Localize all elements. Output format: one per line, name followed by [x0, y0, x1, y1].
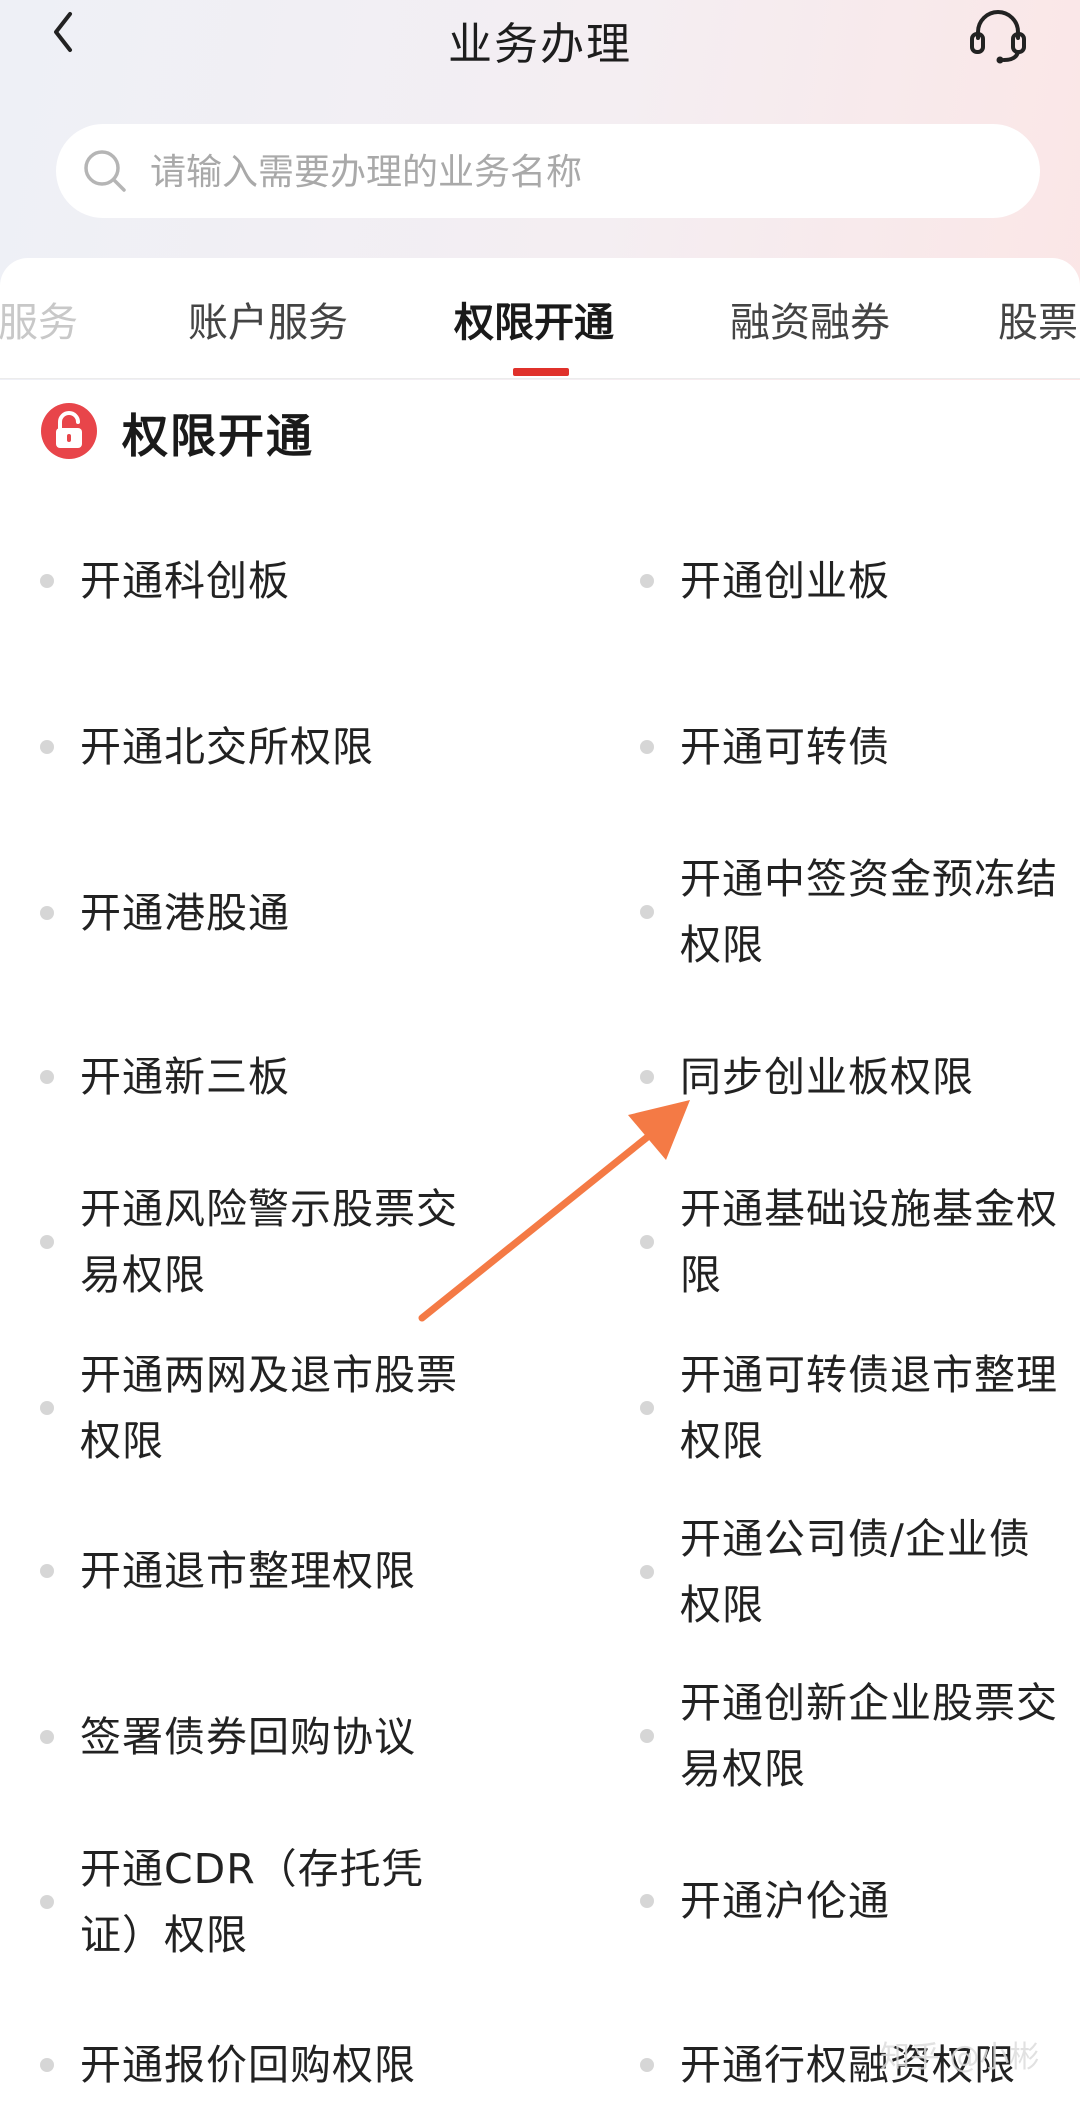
bullet-dot: [40, 1564, 54, 1578]
item-label: 开通两网及退市股票权限: [80, 1351, 458, 1465]
item-label: 开通退市整理权限: [80, 1547, 416, 1595]
active-tab-indicator: [513, 368, 569, 376]
tab-permission-opening[interactable]: 权限开通: [454, 290, 614, 348]
item-label: 开通基础设施基金权限: [680, 1185, 1058, 1299]
bullet-dot: [640, 1070, 654, 1084]
list-item[interactable]: 开通退市整理权限: [40, 1538, 460, 1604]
item-label: 开通中签资金预冻结权限: [680, 855, 1058, 969]
list-item[interactable]: 签署债券回购协议: [40, 1704, 460, 1770]
item-label: 开通风险警示股票交易权限: [80, 1185, 458, 1299]
tab-account-services[interactable]: 账户服务: [188, 290, 348, 348]
item-label: 开通创业板: [680, 557, 890, 605]
category-tabs: 服务 账户服务 权限开通 融资融券 股票: [0, 258, 1080, 379]
list-item[interactable]: 开通北交所权限: [40, 714, 460, 780]
customer-service-button[interactable]: [966, 4, 1030, 66]
search-icon: [84, 150, 126, 192]
item-label: 开通可转债: [680, 723, 890, 771]
item-label: 同步创业板权限: [680, 1053, 974, 1101]
item-label: 开通可转债退市整理权限: [680, 1351, 1058, 1465]
list-item[interactable]: 开通创业板: [640, 548, 1060, 614]
bullet-dot: [640, 905, 654, 919]
list-item[interactable]: 开通报价回购权限: [40, 2032, 460, 2098]
item-label: 开通公司债/企业债权限: [680, 1515, 1031, 1629]
item-label: 开通北交所权限: [80, 723, 374, 771]
bullet-dot: [640, 740, 654, 754]
section-title: 权限开通: [122, 409, 314, 463]
list-item[interactable]: 开通可转债: [640, 714, 1060, 780]
list-item[interactable]: 开通中签资金预冻结权限: [640, 846, 1060, 978]
item-label: 开通港股通: [80, 889, 290, 937]
bullet-dot: [40, 1401, 54, 1415]
list-item[interactable]: 开通可转债退市整理权限: [640, 1342, 1060, 1474]
bullet-dot: [40, 906, 54, 920]
tab-services-partial[interactable]: 服务: [0, 290, 78, 348]
list-item[interactable]: 开通创新企业股票交易权限: [640, 1670, 1060, 1802]
bullet-dot: [640, 1235, 654, 1249]
item-label: 开通CDR（存托凭证）权限: [80, 1845, 424, 1959]
bullet-dot: [40, 1895, 54, 1909]
list-item[interactable]: 开通基础设施基金权限: [640, 1176, 1060, 1308]
bullet-dot: [40, 574, 54, 588]
list-item[interactable]: 开通沪伦通: [640, 1868, 1060, 1934]
tab-margin-trading[interactable]: 融资融券: [730, 290, 890, 348]
search-bar[interactable]: [56, 124, 1040, 220]
bullet-dot: [640, 2058, 654, 2072]
list-item[interactable]: 开通科创板: [40, 548, 460, 614]
bullet-dot: [640, 1894, 654, 1908]
header: 业务办理: [0, 0, 1080, 120]
item-label: 开通沪伦通: [680, 1877, 890, 1925]
bullet-dot: [40, 1235, 54, 1249]
watermark: 知乎 @小彬: [880, 2040, 1040, 2075]
bullet-dot: [40, 1730, 54, 1744]
page-title: 业务办理: [448, 19, 632, 70]
tab-stocks-partial[interactable]: 股票: [998, 290, 1078, 348]
bullet-dot: [40, 1070, 54, 1084]
item-label: 开通新三板: [80, 1053, 290, 1101]
list-item[interactable]: 开通CDR（存托凭证）权限: [40, 1836, 460, 1968]
item-label: 开通创新企业股票交易权限: [680, 1679, 1058, 1793]
bullet-dot: [40, 2058, 54, 2072]
item-label: 开通报价回购权限: [80, 2041, 416, 2089]
list-item[interactable]: 开通公司债/企业债权限: [640, 1506, 1060, 1638]
item-label: 开通科创板: [80, 557, 290, 605]
list-item[interactable]: 开通两网及退市股票权限: [40, 1342, 460, 1474]
list-item[interactable]: 同步创业板权限: [640, 1044, 1060, 1110]
bullet-dot: [640, 1401, 654, 1415]
headset-icon: [970, 10, 1026, 64]
bullet-dot: [640, 1565, 654, 1579]
bullet-dot: [640, 1729, 654, 1743]
unlock-icon: [41, 403, 97, 459]
bullet-dot: [40, 740, 54, 754]
list-item[interactable]: 开通新三板: [40, 1044, 460, 1110]
list-item[interactable]: 开通风险警示股票交易权限: [40, 1176, 460, 1308]
search-input[interactable]: [148, 124, 1012, 220]
list-item[interactable]: 开通港股通: [40, 880, 460, 946]
item-label: 签署债券回购协议: [80, 1713, 416, 1761]
bullet-dot: [640, 574, 654, 588]
